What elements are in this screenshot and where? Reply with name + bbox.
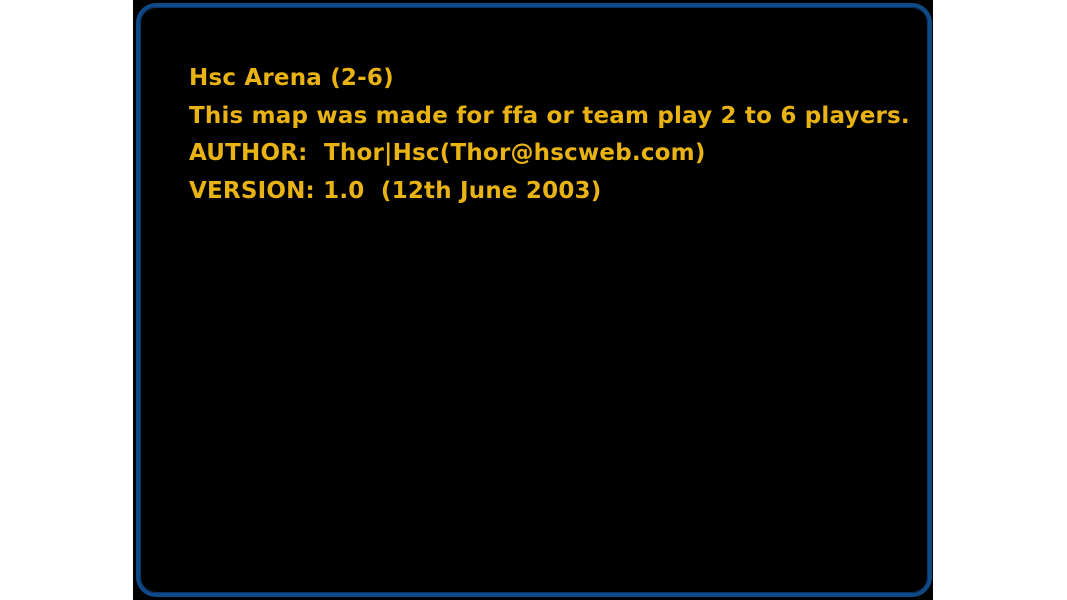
map-author: AUTHOR: Thor|Hsc(Thor@hscweb.com) [189,140,706,166]
map-info-panel: Hsc Arena (2-6) This map was made for ff… [136,3,932,597]
map-description: This map was made for ffa or team play 2… [189,102,910,129]
game-screen: Hsc Arena (2-6) This map was made for ff… [133,0,933,600]
map-title: Hsc Arena (2-6) [189,65,394,91]
map-version: VERSION: 1.0 (12th June 2003) [189,177,602,204]
map-info-text: Hsc Arena (2-6) This map was made for ff… [189,63,910,213]
